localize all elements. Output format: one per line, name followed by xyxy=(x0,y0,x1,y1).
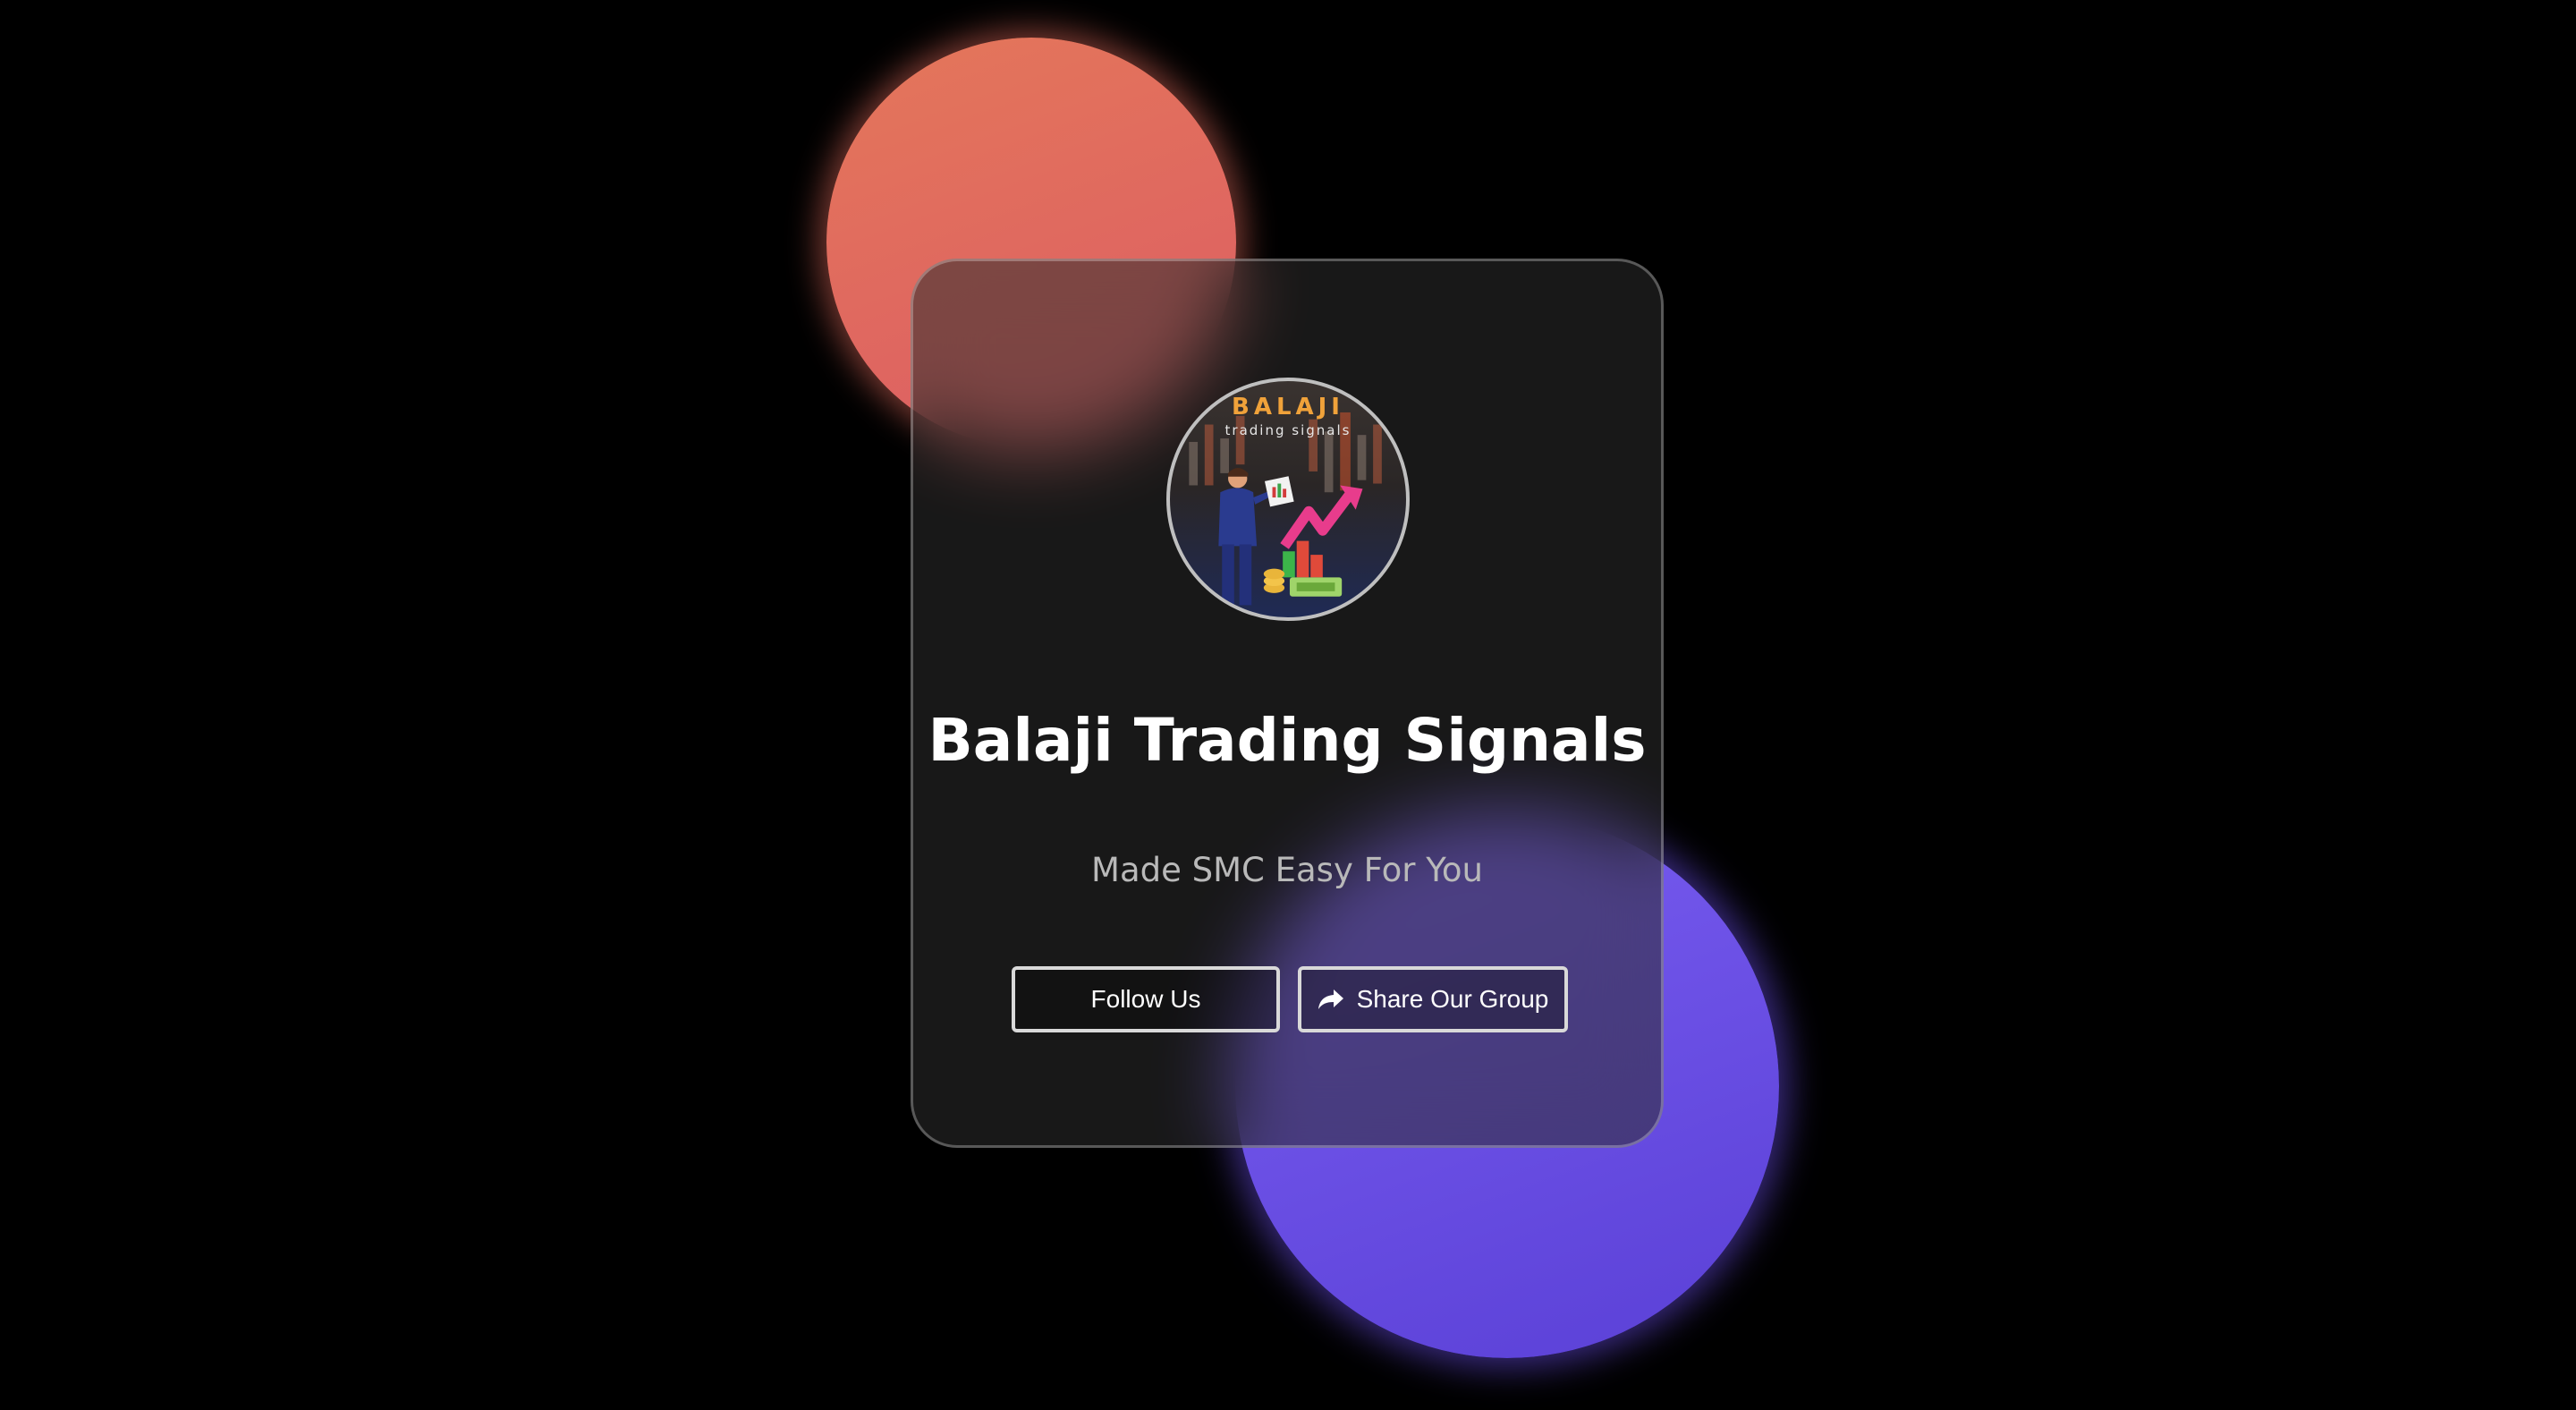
logo-tagline-text: trading signals xyxy=(1224,422,1352,438)
share-group-label: Share Our Group xyxy=(1356,985,1549,1013)
follow-us-button[interactable]: Follow Us xyxy=(1012,966,1280,1032)
follow-us-label: Follow Us xyxy=(1090,985,1201,1013)
logo-brand-text: BALAJI xyxy=(1232,394,1344,420)
profile-logo: BALAJI trading signals xyxy=(1166,378,1410,621)
share-arrow-icon xyxy=(1318,988,1344,1011)
page-background: BALAJI trading signals Balaji Trading Si… xyxy=(0,0,2576,1410)
profile-title: Balaji Trading Signals xyxy=(928,706,1647,775)
profile-subtitle: Made SMC Easy For You xyxy=(1091,851,1483,889)
profile-card: BALAJI trading signals Balaji Trading Si… xyxy=(911,259,1664,1148)
share-group-button[interactable]: Share Our Group xyxy=(1298,966,1568,1032)
